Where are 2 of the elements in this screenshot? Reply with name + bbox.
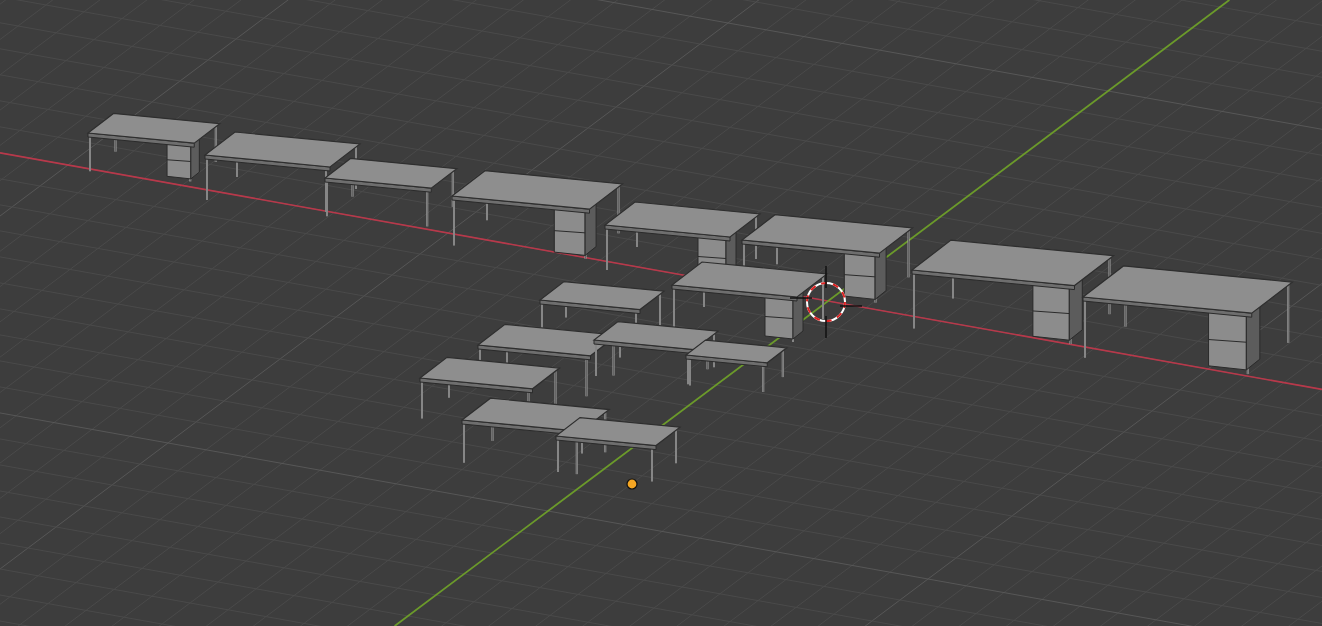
desks-drawing[interactable]: [86, 112, 1294, 483]
3d-cursor-icon[interactable]: [789, 265, 863, 339]
